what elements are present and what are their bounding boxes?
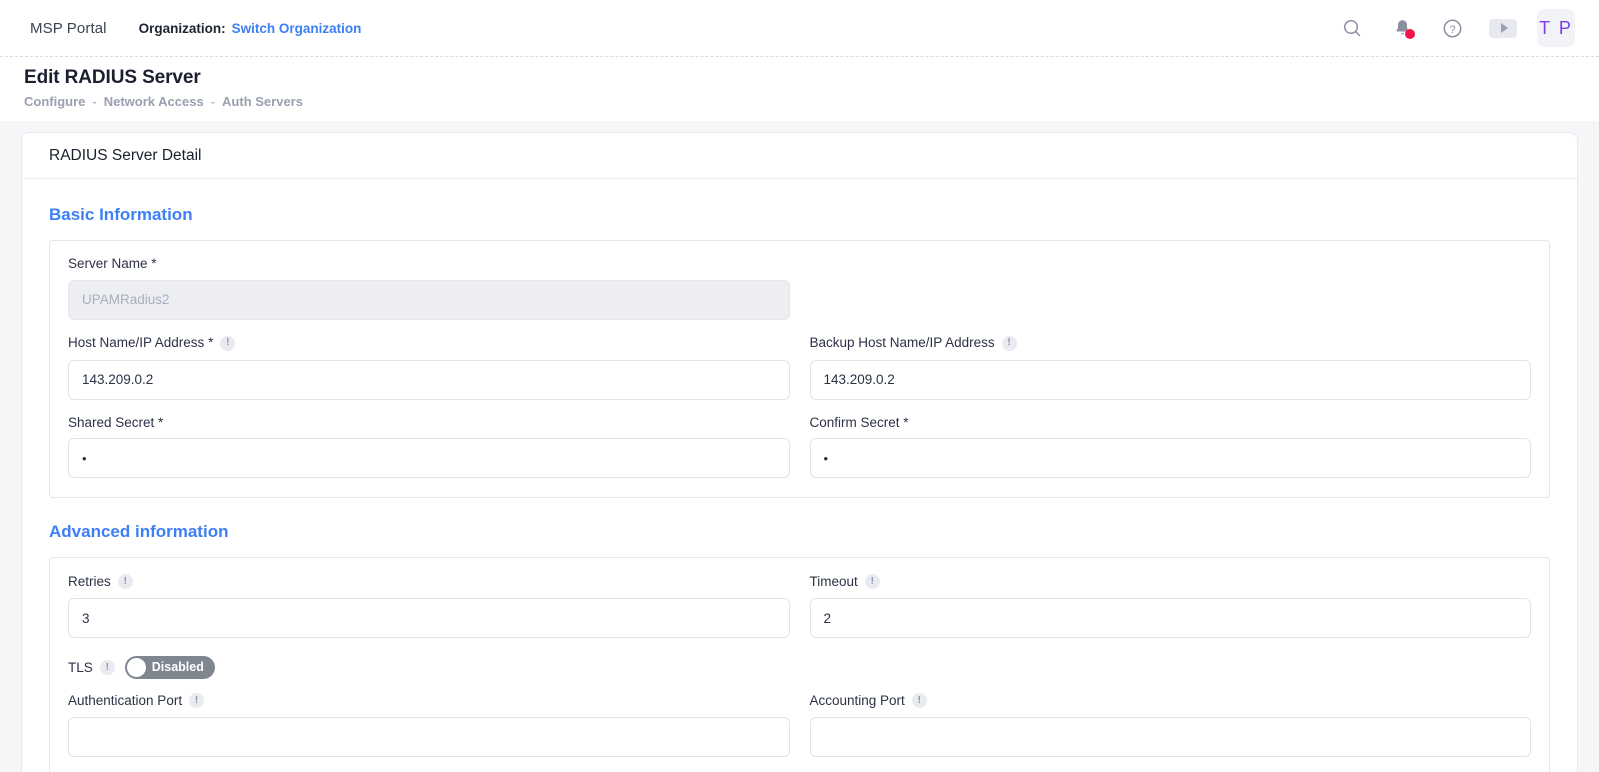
label-backup-host-name-ip: Backup Host Name/IP Address ! (810, 336, 1532, 351)
field-host-name-ip: Host Name/IP Address * ! 143.209.0.2 (68, 336, 790, 400)
page-title-bar: Edit RADIUS Server Configure - Network A… (0, 57, 1599, 121)
label-shared-secret: Shared Secret * (68, 416, 790, 430)
section-title-advanced-information: Advanced information (49, 522, 1550, 542)
breadcrumb-item-auth-servers[interactable]: Auth Servers (222, 94, 303, 109)
shared-secret-input[interactable]: • (68, 438, 790, 478)
notification-badge (1405, 29, 1415, 39)
label-text: Shared Secret * (68, 416, 163, 430)
breadcrumb-separator: - (92, 94, 96, 109)
help-circle-icon[interactable]: ? (1439, 15, 1465, 41)
breadcrumb-separator: - (211, 94, 215, 109)
confirm-secret-input[interactable]: • (810, 438, 1532, 478)
label-confirm-secret: Confirm Secret * (810, 416, 1532, 430)
row-retries-timeout: Retries ! 3 Timeout ! 2 (68, 574, 1531, 654)
host-name-ip-input[interactable]: 143.209.0.2 (68, 360, 790, 400)
info-icon[interactable]: ! (912, 693, 927, 708)
switch-organization-link[interactable]: Switch Organization (232, 21, 362, 36)
label-retries: Retries ! (68, 574, 790, 589)
card-title: RADIUS Server Detail (22, 133, 1577, 179)
brand-label: MSP Portal (30, 20, 107, 37)
field-shared-secret: Shared Secret * • (68, 416, 790, 479)
radius-server-detail-card: RADIUS Server Detail Basic Information S… (21, 132, 1578, 772)
field-accounting-port: Accounting Port ! (810, 693, 1532, 757)
accounting-port-input[interactable] (810, 717, 1532, 757)
row-ports: Authentication Port ! Accounting Port ! (68, 693, 1531, 757)
svg-text:?: ? (1449, 23, 1455, 35)
advanced-information-group: Retries ! 3 Timeout ! 2 TLS (49, 557, 1550, 772)
breadcrumb: Configure - Network Access - Auth Server… (24, 94, 1599, 109)
field-retries: Retries ! 3 (68, 574, 790, 638)
organization-switcher: Organization: Switch Organization (139, 21, 362, 36)
row-host-addresses: Host Name/IP Address * ! 143.209.0.2 Bac… (68, 336, 1531, 416)
avatar[interactable]: T P (1537, 9, 1575, 47)
basic-information-group: Server Name * UPAMRadius2 Host Name/IP A… (49, 240, 1550, 498)
backup-host-name-ip-input[interactable]: 143.209.0.2 (810, 360, 1532, 400)
timeout-input[interactable]: 2 (810, 598, 1532, 638)
label-host-name-ip: Host Name/IP Address * ! (68, 336, 790, 351)
info-icon[interactable]: ! (189, 693, 204, 708)
header-actions: ? T P (1339, 9, 1575, 47)
server-name-input[interactable]: UPAMRadius2 (68, 280, 790, 320)
page-body: RADIUS Server Detail Basic Information S… (0, 121, 1599, 772)
top-header-bar: MSP Portal Organization: Switch Organiza… (0, 0, 1599, 57)
label-authentication-port: Authentication Port ! (68, 693, 790, 708)
play-triangle-icon (1501, 23, 1508, 33)
row-secrets: Shared Secret * • Confirm Secret * • (68, 416, 1531, 479)
label-tls: TLS (68, 660, 93, 675)
field-tls: TLS ! Disabled (68, 656, 1531, 679)
tls-toggle-state: Disabled (146, 661, 213, 674)
confirm-secret-value: • (824, 451, 831, 466)
tls-toggle-knob (127, 658, 146, 677)
field-confirm-secret: Confirm Secret * • (810, 416, 1532, 479)
shared-secret-value: • (82, 451, 89, 466)
card-body: Basic Information Server Name * UPAMRadi… (22, 179, 1577, 772)
info-icon[interactable]: ! (118, 574, 133, 589)
search-icon[interactable] (1339, 15, 1365, 41)
tls-toggle[interactable]: Disabled (125, 656, 215, 679)
label-text: Host Name/IP Address * (68, 336, 213, 350)
section-title-basic-information: Basic Information (49, 205, 1550, 225)
label-accounting-port: Accounting Port ! (810, 693, 1532, 708)
info-icon[interactable]: ! (220, 336, 235, 351)
info-icon[interactable]: ! (1002, 336, 1017, 351)
field-backup-host-name-ip: Backup Host Name/IP Address ! 143.209.0.… (810, 336, 1532, 416)
label-text: Authentication Port (68, 694, 182, 708)
page-title: Edit RADIUS Server (24, 67, 1599, 89)
field-authentication-port: Authentication Port ! (68, 693, 790, 757)
breadcrumb-item-network-access[interactable]: Network Access (104, 94, 204, 109)
label-server-name: Server Name * (68, 257, 790, 271)
label-text: Timeout (810, 575, 858, 589)
bell-icon[interactable] (1389, 15, 1415, 41)
label-text: Backup Host Name/IP Address (810, 336, 995, 350)
info-icon[interactable]: ! (100, 660, 115, 675)
label-timeout: Timeout ! (810, 574, 1532, 589)
field-timeout: Timeout ! 2 (810, 574, 1532, 654)
play-icon[interactable] (1489, 19, 1517, 38)
retries-input[interactable]: 3 (68, 598, 790, 638)
label-text: Accounting Port (810, 694, 905, 708)
field-server-name: Server Name * UPAMRadius2 (68, 257, 790, 320)
label-text: Server Name * (68, 257, 157, 271)
label-text: Retries (68, 575, 111, 589)
authentication-port-input[interactable] (68, 717, 790, 757)
breadcrumb-item-configure[interactable]: Configure (24, 94, 85, 109)
organization-label: Organization: (139, 21, 226, 36)
info-icon[interactable]: ! (865, 574, 880, 589)
label-text: Confirm Secret * (810, 416, 909, 430)
